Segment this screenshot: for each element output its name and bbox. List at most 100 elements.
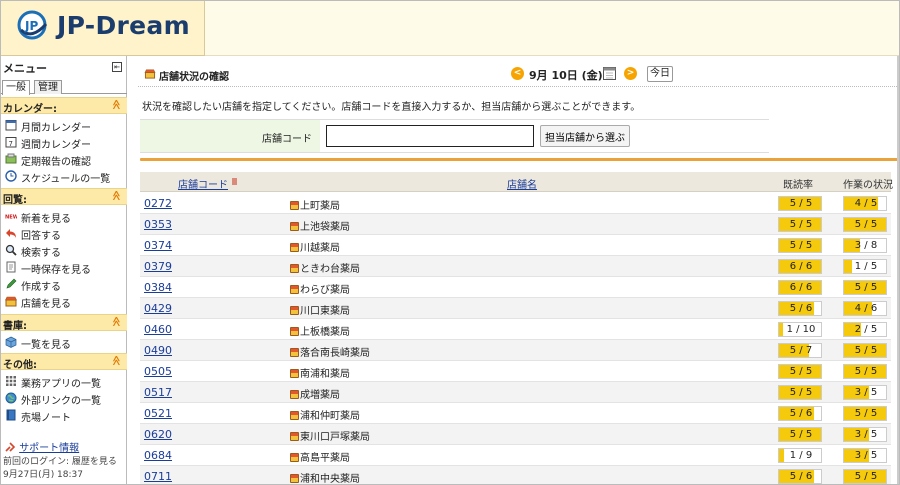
shop-code-link[interactable]: 0521 [144, 407, 172, 420]
prev-day-button[interactable]: < [511, 67, 524, 80]
sidebar-item-week-calendar[interactable]: 7 週間カレンダー [1, 133, 127, 151]
shop-code-link[interactable]: 0490 [144, 344, 172, 357]
collapse-arrow-icon[interactable]: ≫ [111, 316, 122, 326]
work-status-text: 5 / 5 [854, 219, 878, 230]
scrollbar[interactable] [897, 56, 899, 484]
sidebar-item-month-calendar[interactable]: 月間カレンダー [1, 116, 127, 134]
shop-name: 浦和中央薬局 [290, 470, 360, 485]
work-status-bar: 5 / 5 [843, 364, 887, 379]
work-status-text: 5 / 5 [854, 366, 878, 377]
shop-name: 川口東薬局 [290, 302, 350, 317]
sidebar-item-label: 業務アプリの一覧 [21, 379, 101, 390]
shop-code-link[interactable]: 0684 [144, 449, 172, 462]
new-icon: NEW [5, 215, 17, 221]
shop-icon [290, 411, 299, 420]
collapse-arrow-icon[interactable]: ≫ [111, 355, 122, 365]
tab-general[interactable]: 一般 [2, 80, 30, 95]
read-rate-bar: 5 / 5 [778, 385, 822, 400]
table-row: 0711 浦和中央薬局 5 / 6 5 / 5 [140, 466, 891, 485]
collapse-arrow-icon[interactable]: ≫ [111, 190, 122, 200]
section-circulation[interactable]: 回覧: ≫ [1, 188, 127, 206]
work-status-bar: 5 / 5 [843, 280, 887, 295]
today-button[interactable]: 今日 [647, 66, 673, 82]
tab-admin[interactable]: 管理 [34, 80, 62, 94]
form-label-cell: 店舗コード [140, 120, 320, 152]
sidebar-item-reply[interactable]: 回答する [1, 224, 127, 242]
support-link[interactable]: サポート情報 [19, 443, 79, 454]
instructions: 状況を確認したい店舗を指定してください。店舗コードを直接入力するか、担当店舗から… [142, 102, 641, 113]
shop-icon [290, 264, 299, 273]
pencil-icon [6, 278, 17, 289]
section-label: 回覧: [3, 195, 27, 206]
work-status-text: 1 / 5 [854, 261, 878, 272]
section-library[interactable]: 書庫: ≫ [1, 314, 127, 332]
shop-code-link[interactable]: 0374 [144, 239, 172, 252]
shop-name-text: 浦和中央薬局 [300, 474, 360, 485]
table-row: 0460 上板橋薬局 1 / 10 2 / 5 [140, 319, 891, 340]
shop-icon [290, 390, 299, 399]
shop-code-link[interactable]: 0460 [144, 323, 172, 336]
shop-name-text: 東川口戸塚薬局 [300, 432, 370, 443]
title-divider [138, 86, 899, 87]
sidebar-item-library-list[interactable]: 一覧を見る [1, 333, 127, 351]
sidebar-item-sales-notes[interactable]: 売場ノート [1, 406, 127, 424]
shop-icon [290, 453, 299, 462]
shop-icon [290, 432, 299, 441]
brand-name: JP-Dream [57, 11, 190, 40]
sidebar-item-search[interactable]: 検索する [1, 241, 127, 259]
sidebar-item-new[interactable]: NEW 新着を見る [1, 207, 127, 225]
logo-area: JP JP-Dream [1, 1, 205, 56]
section-calendar[interactable]: カレンダー: ≫ [1, 97, 127, 115]
shop-code-link[interactable]: 0711 [144, 470, 172, 483]
work-status-text: 4 / 5 [854, 198, 878, 209]
shop-icon [144, 69, 156, 79]
sidebar-item-label: 売場ノート [21, 413, 71, 424]
menu-header: メニュー ⇤ [1, 56, 127, 78]
shop-code-form: 店舗コード 担当店舗から選ぶ [140, 119, 769, 153]
shop-code-link[interactable]: 0384 [144, 281, 172, 294]
shop-code-link[interactable]: 0620 [144, 428, 172, 441]
shop-icon [290, 201, 299, 210]
sidebar-item-periodic-report[interactable]: 定期報告の確認 [1, 150, 127, 168]
shop-icon [290, 348, 299, 357]
sidebar-item-schedule-list[interactable]: スケジュールの一覧 [1, 167, 127, 185]
last-login-label[interactable]: 前回のログイン: 履歴を見る [3, 456, 117, 469]
work-status-bar: 1 / 5 [843, 259, 887, 274]
collapse-arrow-icon[interactable]: ≫ [111, 99, 122, 109]
shop-code-input[interactable] [326, 125, 534, 147]
sidebar-item-create[interactable]: 作成する [1, 275, 127, 293]
shop-code-link[interactable]: 0379 [144, 260, 172, 273]
section-other[interactable]: その他: ≫ [1, 353, 127, 371]
sidebar-item-label: 回答する [21, 231, 61, 242]
sidebar-item-drafts[interactable]: 一時保存を見る [1, 258, 127, 276]
pick-from-assigned-button[interactable]: 担当店舗から選ぶ [540, 125, 630, 147]
calendar-picker-icon[interactable] [603, 66, 616, 80]
read-rate-bar: 6 / 6 [778, 280, 822, 295]
work-status-bar: 5 / 5 [843, 217, 887, 232]
read-rate-bar: 5 / 6 [778, 406, 822, 421]
header-shop-code[interactable]: 店舗コード [178, 176, 228, 191]
header-read-rate: 既読率 [783, 180, 813, 191]
report-icon [5, 153, 17, 164]
header-shop-name[interactable]: 店舗名 [507, 176, 537, 191]
shop-name-text: 川口東薬局 [300, 306, 350, 317]
shop-icon [290, 327, 299, 336]
shop-code-link[interactable]: 0353 [144, 218, 172, 231]
shop-code-link[interactable]: 0505 [144, 365, 172, 378]
draft-icon [6, 261, 16, 273]
sidebar-item-shops[interactable]: 店舗を見る [1, 292, 127, 310]
shop-code-link[interactable]: 0429 [144, 302, 172, 315]
next-day-button[interactable]: > [624, 67, 637, 80]
work-status-text: 3 / 5 [854, 387, 878, 398]
shop-name: ときわ台薬局 [290, 260, 360, 275]
table-row: 0374 川越薬局 5 / 5 3 / 8 [140, 235, 891, 256]
shop-name: わらび薬局 [290, 281, 350, 296]
work-status-bar: 2 / 5 [843, 322, 887, 337]
table-row: 0272 上町薬局 5 / 5 4 / 5 [140, 193, 891, 214]
read-rate-text: 5 / 6 [789, 408, 813, 419]
shop-code-link[interactable]: 0517 [144, 386, 172, 399]
sidebar-item-business-apps[interactable]: 業務アプリの一覧 [1, 372, 127, 390]
collapse-sidebar-icon[interactable]: ⇤ [112, 62, 122, 72]
shop-code-link[interactable]: 0272 [144, 197, 172, 210]
sidebar-item-external-links[interactable]: 外部リンクの一覧 [1, 389, 127, 407]
